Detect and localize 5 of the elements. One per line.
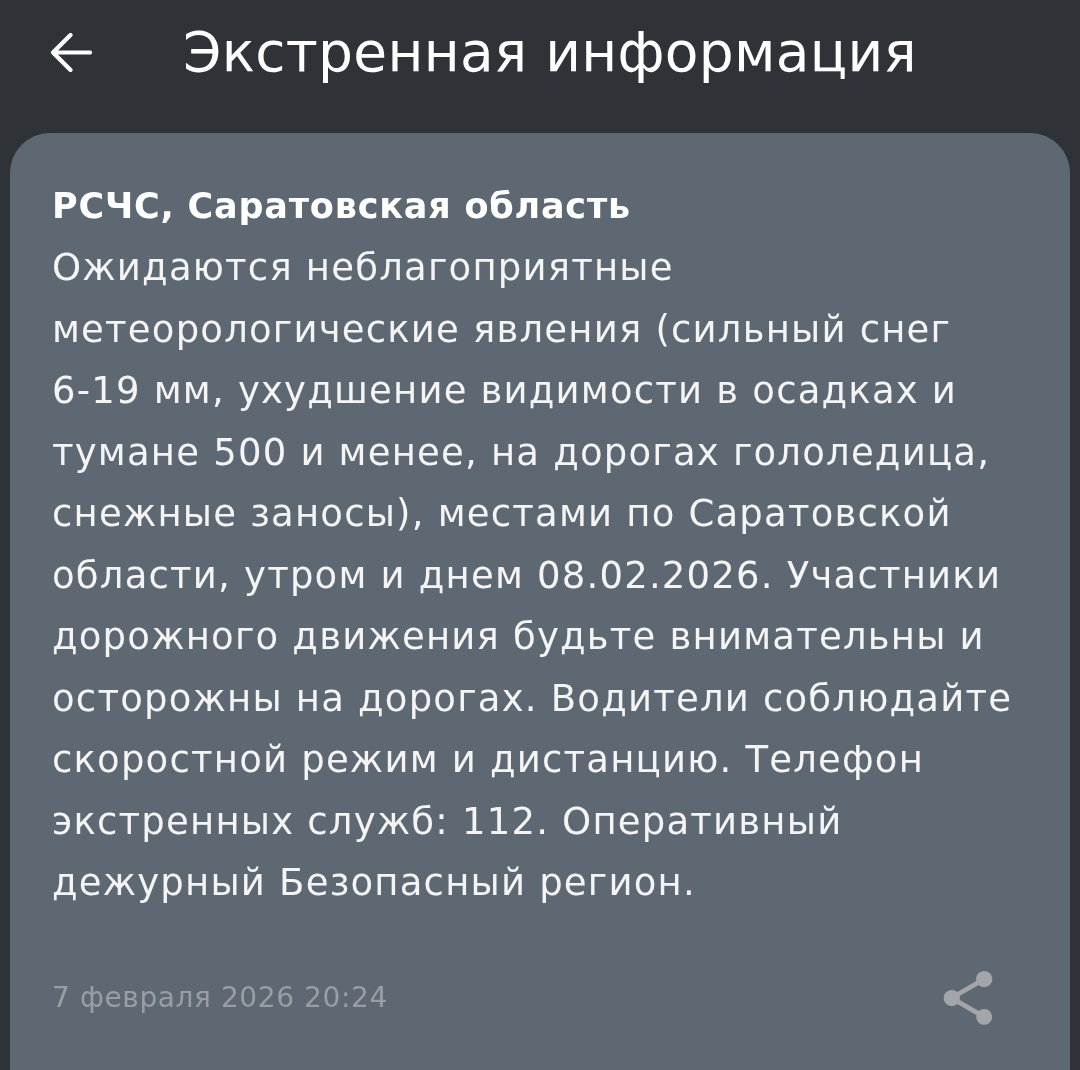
back-arrow-icon[interactable] <box>50 32 92 72</box>
page-title: Экстренная информация <box>183 20 917 84</box>
alert-timestamp: 7 февраля 2026 20:24 <box>52 981 388 1014</box>
alert-message: Ожидаются неблагоприятные метеорологические явления (сильный снег 6-19 мм, ухудшение видимости в осадках и тумане 500 и менее, на дорогах гололедица, снежные заносы), местами по Саратовской области, утром и днем 08.02.2026. Участники дорожного движения будьте внимательны и осторожны на дорогах. Водители соблюдайте скоростной режим и дистанцию. Телефон экстренных служб: 112. Оперативный дежурный Безопасный регион. <box>52 245 1014 906</box>
alert-sender: РСЧС, Саратовская область <box>52 185 632 228</box>
